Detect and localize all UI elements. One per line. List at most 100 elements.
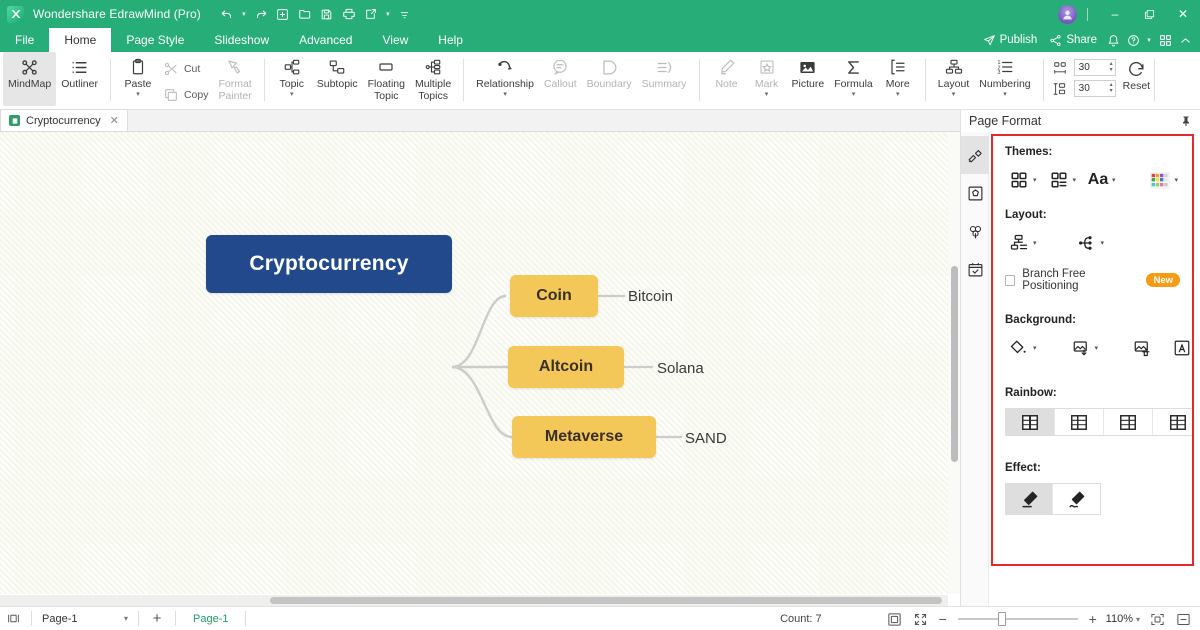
zoom-out-button[interactable]: −: [934, 607, 952, 630]
theme-gallery-button[interactable]: ▾: [1005, 167, 1039, 193]
question-circle-icon[interactable]: [1124, 28, 1142, 52]
layout-caret-icon[interactable]: ▾: [952, 91, 956, 98]
chevron-down-icon[interactable]: ▾: [124, 614, 128, 623]
sidebar-item-clipart[interactable]: [961, 212, 989, 250]
chevron-down-icon[interactable]: ▾: [1101, 239, 1105, 247]
topic-caret-icon[interactable]: ▾: [290, 91, 294, 98]
minimize-button[interactable]: –: [1098, 0, 1132, 28]
chevron-down-icon[interactable]: ▾: [1033, 176, 1037, 184]
formula-caret-icon[interactable]: ▾: [852, 91, 856, 98]
page-select[interactable]: Page-1 ▾: [37, 610, 133, 628]
zoom-slider-knob[interactable]: [997, 612, 1006, 626]
export-share-icon[interactable]: [361, 4, 381, 24]
new-file-icon[interactable]: [273, 4, 293, 24]
canvas-vertical-scrollbar[interactable]: [948, 132, 960, 594]
horizontal-spacing-input[interactable]: 30 ▴ ▾: [1073, 59, 1116, 76]
close-icon[interactable]: ✕: [110, 114, 119, 127]
spinner-arrows-icon[interactable]: ▴ ▾: [1110, 82, 1113, 94]
zoom-value-control[interactable]: 110% ▾: [1102, 613, 1144, 625]
tab-home[interactable]: Home: [49, 28, 112, 52]
tab-help[interactable]: Help: [423, 28, 478, 52]
branch-free-positioning-row[interactable]: Branch Free Positioning New: [1005, 268, 1180, 292]
document-tab[interactable]: Cryptocurrency ✕: [0, 109, 128, 131]
watermark-button[interactable]: ▾: [1168, 335, 1192, 361]
rainbow-option-3[interactable]: [1104, 409, 1153, 435]
canvas-horizontal-scrollbar[interactable]: [0, 595, 948, 606]
undo-caret-icon[interactable]: ▾: [239, 10, 249, 18]
pin-icon[interactable]: [1180, 115, 1192, 127]
mindmap-topic-coin[interactable]: Coin: [510, 275, 598, 317]
relationship-caret-icon[interactable]: ▾: [503, 91, 507, 98]
sidebar-item-tasks[interactable]: [961, 250, 989, 288]
chevron-down-icon[interactable]: ▾: [1136, 615, 1140, 624]
fullscreen-icon[interactable]: [908, 607, 934, 630]
theme-variant-button[interactable]: ▾: [1045, 167, 1079, 193]
effect-sketch-option[interactable]: [1053, 484, 1100, 514]
more-caret-icon[interactable]: ▾: [896, 91, 900, 98]
tab-advanced[interactable]: Advanced: [284, 28, 367, 52]
share-button[interactable]: Share: [1044, 28, 1102, 52]
vertical-scrollbar-thumb[interactable]: [951, 266, 958, 462]
close-button[interactable]: ✕: [1166, 0, 1200, 28]
mindmap-topic-metaverse[interactable]: Metaverse: [512, 416, 656, 458]
publish-button[interactable]: Publish: [978, 28, 1043, 52]
tab-slideshow[interactable]: Slideshow: [199, 28, 284, 52]
chevron-down-icon[interactable]: ▾: [1033, 239, 1037, 247]
mindmap-topic-altcoin[interactable]: Altcoin: [508, 346, 624, 388]
chevron-down-icon[interactable]: ▾: [1073, 176, 1077, 184]
chevron-down-icon[interactable]: ▾: [1033, 344, 1037, 352]
paste-caret-icon[interactable]: ▾: [136, 91, 140, 98]
collapse-panel-icon[interactable]: [1170, 607, 1196, 630]
rainbow-option-4[interactable]: [1153, 409, 1192, 435]
notification-bell-icon[interactable]: [1104, 28, 1122, 52]
sidebar-item-shape[interactable]: [961, 174, 989, 212]
zoom-slider[interactable]: [957, 607, 1078, 630]
theme-font-button[interactable]: Aa ▾: [1084, 167, 1118, 193]
relationship-button[interactable]: Relationship ▾: [471, 52, 539, 106]
rainbow-option-2[interactable]: [1055, 409, 1104, 435]
branch-style-button[interactable]: ▾: [1073, 230, 1107, 256]
active-page-label[interactable]: Page-1: [181, 613, 240, 625]
picture-button[interactable]: Picture: [787, 52, 830, 106]
spinner-arrows-icon[interactable]: ▴ ▾: [1110, 61, 1113, 73]
export-caret-icon[interactable]: ▾: [383, 10, 393, 18]
delete-bg-image-button[interactable]: [1128, 335, 1156, 361]
mindmap-leaf-bitcoin[interactable]: Bitcoin: [628, 284, 708, 308]
tab-page-style[interactable]: Page Style: [111, 28, 199, 52]
chevron-down-icon[interactable]: ▾: [1095, 344, 1099, 352]
theme-colors-button[interactable]: ▾: [1146, 167, 1180, 193]
layout-structure-button[interactable]: ▾: [1005, 230, 1039, 256]
rainbow-option-1[interactable]: [1006, 409, 1055, 435]
effect-straight-option[interactable]: [1006, 484, 1053, 514]
sidebar-item-page-format[interactable]: [961, 136, 989, 174]
topic-button[interactable]: Topic ▾: [272, 52, 312, 106]
multiple-topics-button[interactable]: Multiple Topics: [410, 52, 456, 106]
page-view-icon[interactable]: [0, 607, 26, 630]
outliner-button[interactable]: Outliner: [56, 52, 103, 106]
insert-bg-image-button[interactable]: ▾: [1067, 335, 1101, 361]
mindmap-leaf-sand[interactable]: SAND: [685, 426, 765, 450]
printer-icon[interactable]: [339, 4, 359, 24]
help-caret-icon[interactable]: ▾: [1144, 36, 1154, 44]
apps-grid-icon[interactable]: [1156, 28, 1174, 52]
avatar[interactable]: [1058, 4, 1077, 24]
focus-icon[interactable]: [1144, 607, 1170, 630]
folder-open-icon[interactable]: [295, 4, 315, 24]
horizontal-scrollbar-thumb[interactable]: [270, 597, 942, 604]
branch-free-positioning-checkbox[interactable]: [1005, 274, 1016, 286]
vertical-spacing-input[interactable]: 30 ▴ ▾: [1073, 80, 1116, 97]
floating-topic-button[interactable]: Floating Topic: [363, 52, 410, 106]
chevron-down-icon[interactable]: ▾: [1112, 176, 1116, 184]
paste-button[interactable]: Paste ▾: [118, 52, 158, 106]
formula-button[interactable]: Formula ▾: [829, 52, 878, 106]
redo-arrow-icon[interactable]: [251, 4, 271, 24]
more-chevron-icon[interactable]: [395, 4, 415, 24]
fill-color-button[interactable]: ▾: [1005, 335, 1039, 361]
mindmap-canvas[interactable]: Cryptocurrency Coin Bitcoin Altcoin Sola…: [0, 132, 960, 594]
mindmap-leaf-solana[interactable]: Solana: [657, 356, 737, 380]
chevron-down-icon[interactable]: ▾: [1174, 176, 1178, 184]
mindmap-root-node[interactable]: Cryptocurrency: [206, 235, 452, 293]
reset-button[interactable]: Reset: [1123, 52, 1150, 92]
undo-arrow-icon[interactable]: [217, 4, 237, 24]
tab-view[interactable]: View: [367, 28, 423, 52]
